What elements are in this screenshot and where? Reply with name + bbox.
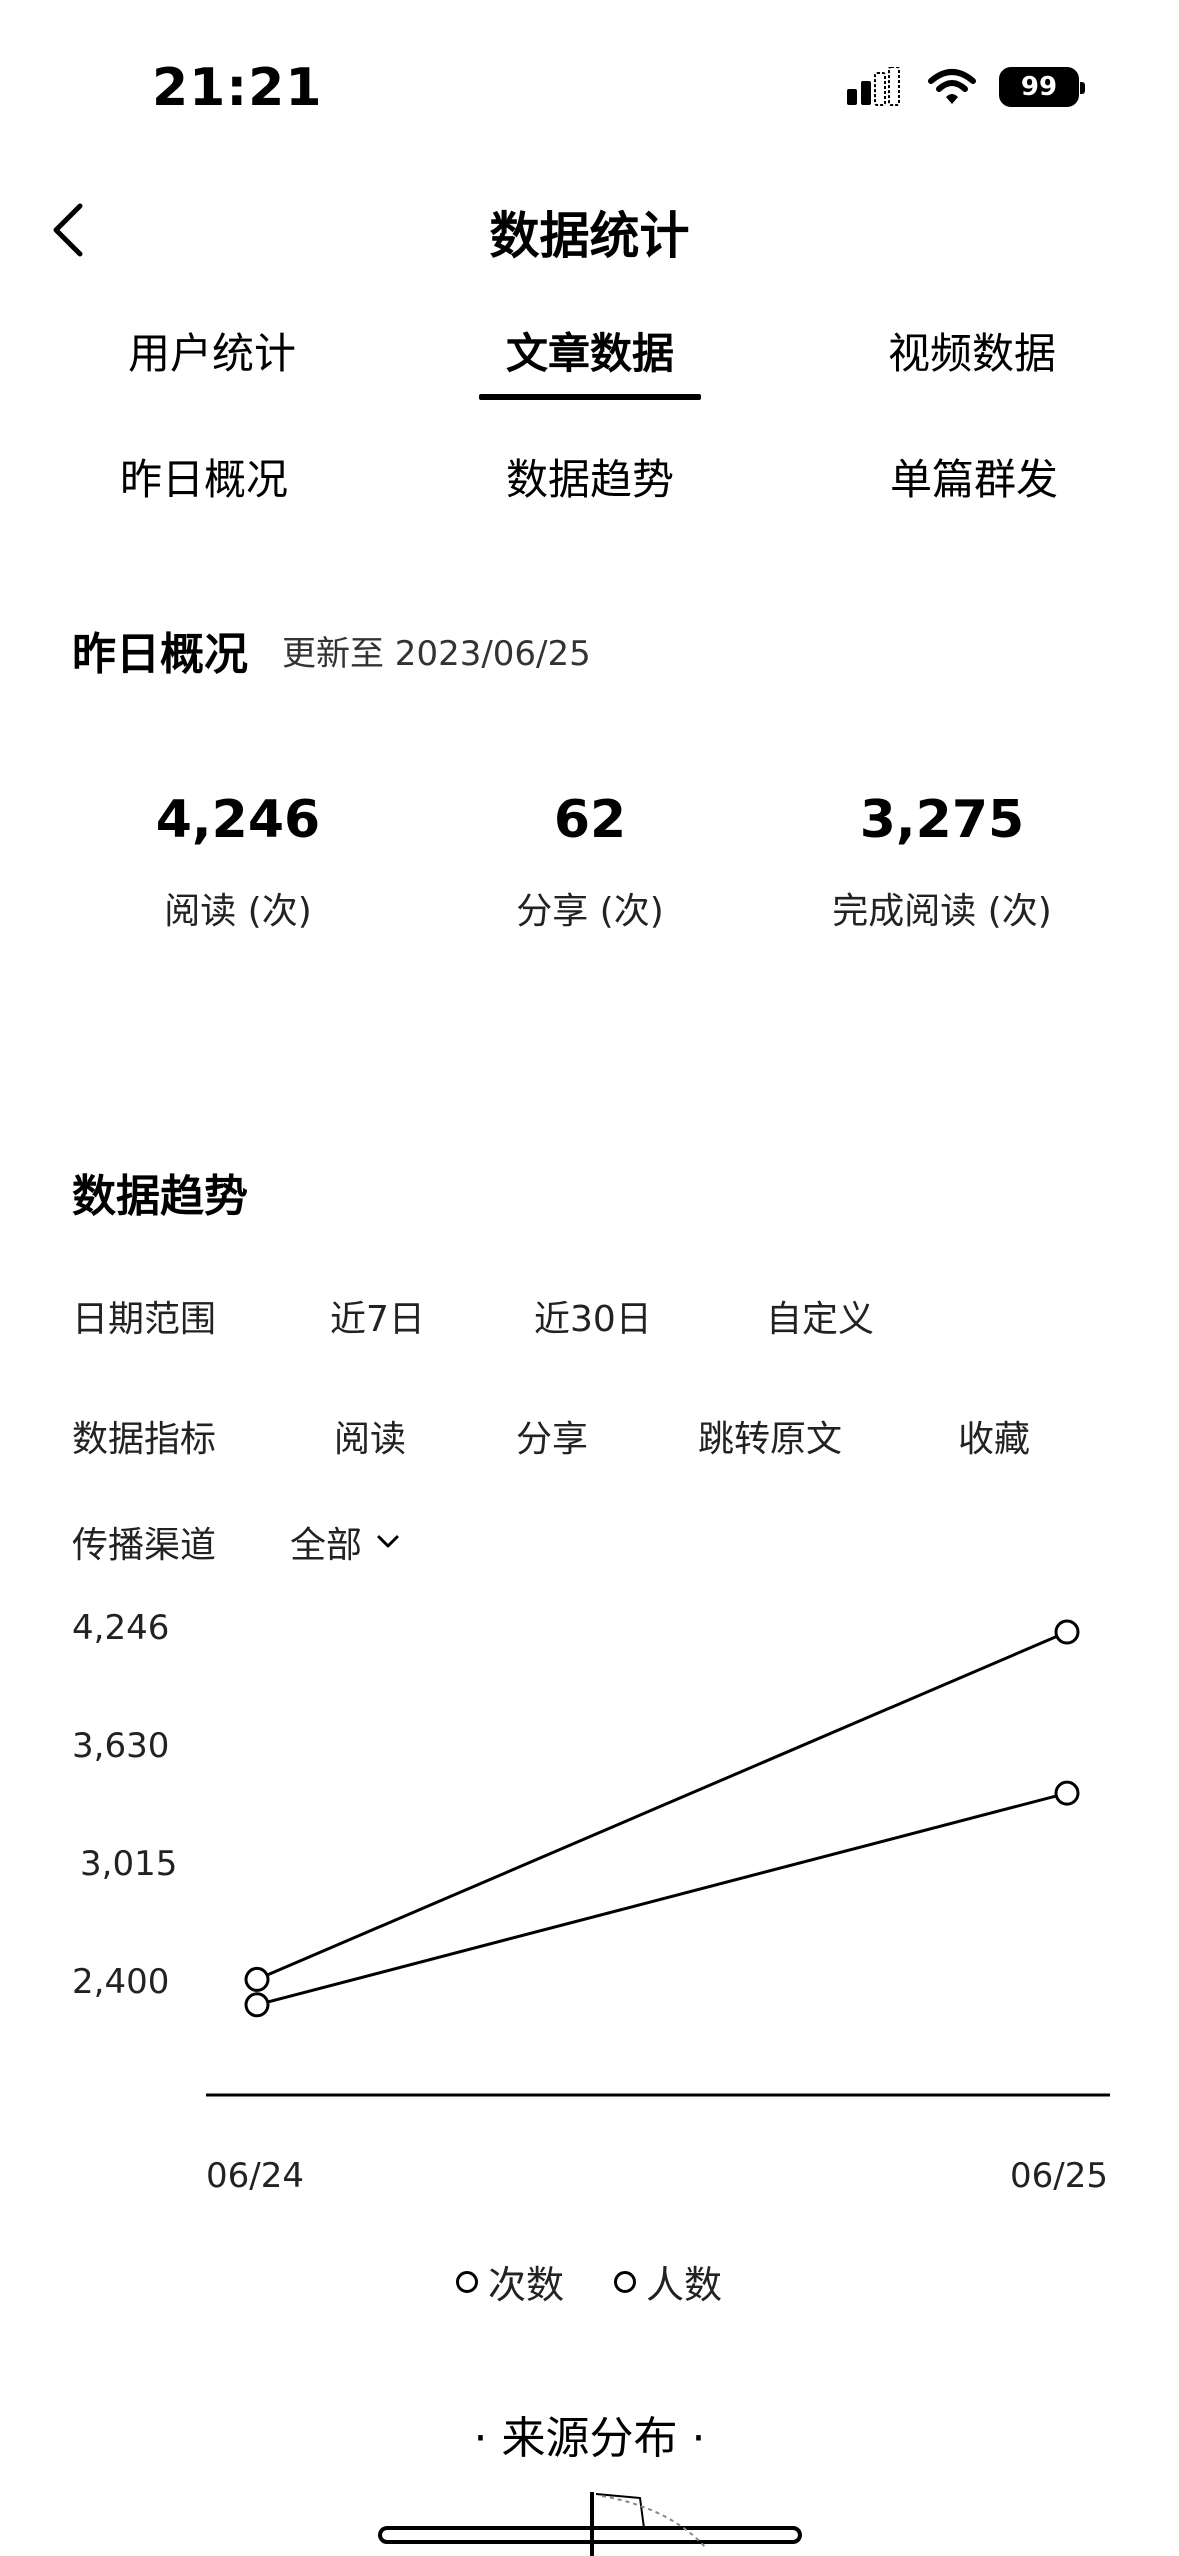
overview-updated: 更新至 2023/06/25 <box>282 634 591 674</box>
legend-item-count[interactable]: 次数 <box>456 2254 564 2309</box>
tab-video-data[interactable]: 视频数据 <box>822 320 1122 381</box>
stat-shares-label: 分享 (次) <box>516 891 664 932</box>
tab-article-data[interactable]: 文章数据 <box>440 320 740 381</box>
data-point[interactable] <box>1054 1780 1080 1806</box>
legend-circle-icon <box>614 2270 636 2293</box>
legend-label: 次数 <box>488 2263 565 2307</box>
legend-circle-icon <box>456 2270 478 2293</box>
stat-completed-value: 3,275 <box>859 790 1025 850</box>
stat-shares-value: 62 <box>553 790 627 850</box>
stat-reads-label: 阅读 (次) <box>164 891 312 932</box>
data-point[interactable] <box>244 1992 270 2018</box>
series-line-2 <box>256 1791 1068 2007</box>
trend-line-chart <box>206 1619 1110 2097</box>
tab-single-broadcast[interactable]: 单篇群发 <box>824 446 1124 507</box>
metric-jump-original[interactable]: 跳转原文 <box>698 1410 842 1462</box>
date-range-7d[interactable]: 近7日 <box>330 1290 425 1342</box>
metric-favorites[interactable]: 收藏 <box>958 1410 1030 1462</box>
tab-yesterday-overview[interactable]: 昨日概况 <box>54 446 354 507</box>
legend-item-people[interactable]: 人数 <box>614 2254 722 2309</box>
stat-reads-value: 4,246 <box>155 790 321 850</box>
trend-title: 数据趋势 <box>72 1171 248 1222</box>
tab-data-trend[interactable]: 数据趋势 <box>440 446 740 507</box>
tab-user-stats[interactable]: 用户统计 <box>62 320 362 381</box>
metric-shares[interactable]: 分享 <box>516 1410 588 1462</box>
x-tick-label: 06/24 <box>206 2156 304 2196</box>
date-range-custom[interactable]: 自定义 <box>766 1290 874 1342</box>
date-range-label: 日期范围 <box>72 1299 217 1340</box>
stat-completed-label: 完成阅读 (次) <box>832 891 1052 932</box>
data-point[interactable] <box>1054 1619 1080 1645</box>
metric-reads[interactable]: 阅读 <box>334 1410 406 1462</box>
legend-label: 人数 <box>646 2263 723 2307</box>
page-title: 数据统计 <box>489 207 690 265</box>
data-point[interactable] <box>244 1966 270 1992</box>
battery-icon: 99 <box>999 67 1085 107</box>
active-tab-indicator <box>479 394 701 400</box>
cellular-signal-icon <box>847 67 900 106</box>
status-time: 21:21 <box>152 58 323 118</box>
x-tick-label: 06/25 <box>1010 2156 1108 2196</box>
pie-chart-partial <box>378 2492 802 2556</box>
metric-label: 数据指标 <box>72 1419 217 1460</box>
overview-title: 昨日概况 <box>72 629 248 680</box>
chevron-down-icon <box>377 1535 399 1548</box>
status-icons: 99 <box>845 62 1085 112</box>
date-range-30d[interactable]: 近30日 <box>534 1290 652 1342</box>
series-line-1 <box>256 1630 1068 1981</box>
wifi-icon <box>928 69 976 104</box>
source-title: · 来源分布 · <box>473 2413 706 2464</box>
